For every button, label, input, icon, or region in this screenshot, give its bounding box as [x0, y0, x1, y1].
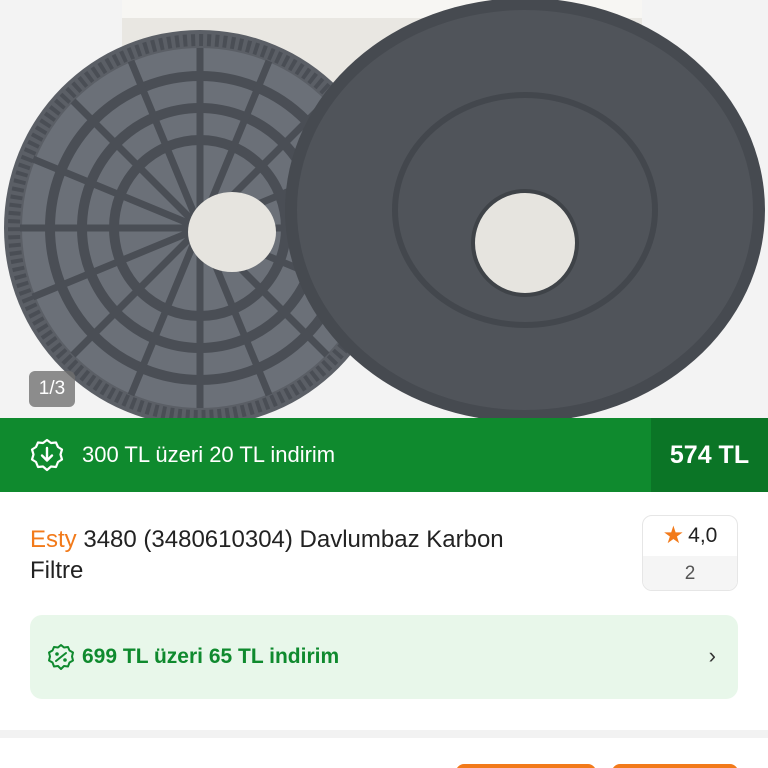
rating-box[interactable]: ★ 4,0 2 [642, 515, 738, 591]
promo-text: 300 TL üzeri 20 TL indirim [82, 442, 336, 467]
price-label: 574 TL [651, 418, 768, 492]
section-divider [0, 730, 768, 738]
rating-count: 2 [643, 556, 737, 590]
coupon-row[interactable]: 699 TL üzeri 65 TL indirim › [30, 615, 738, 699]
product-title: Esty 3480 (3480610304) Davlumbaz Karbon … [30, 524, 550, 586]
action-button-left[interactable] [456, 764, 596, 768]
rating-score: 4,0 [688, 524, 718, 547]
star-icon: ★ [662, 522, 685, 549]
discount-badge-icon [30, 438, 64, 472]
product-name: 3480 (3480610304) Davlumbaz Karbon Filtr… [30, 526, 504, 584]
coupon-text: 699 TL üzeri 65 TL indirim [82, 645, 340, 668]
product-image [0, 0, 768, 418]
coupon-tag-icon [48, 644, 74, 670]
brand-link[interactable]: Esty [30, 526, 77, 553]
promo-bar[interactable]: 300 TL üzeri 20 TL indirim 574 TL [0, 418, 768, 492]
chevron-right-icon: › [708, 643, 716, 668]
rating-score-row: ★ 4,0 [643, 516, 737, 556]
carbon-filter-shape [285, 0, 765, 418]
product-image-gallery[interactable]: 1/3 [0, 0, 768, 418]
product-detail-page: 1/3 300 TL üzeri 20 TL indirim 574 TL Es… [0, 0, 768, 768]
image-counter: 1/3 [29, 371, 75, 407]
action-button-right[interactable] [612, 764, 738, 768]
